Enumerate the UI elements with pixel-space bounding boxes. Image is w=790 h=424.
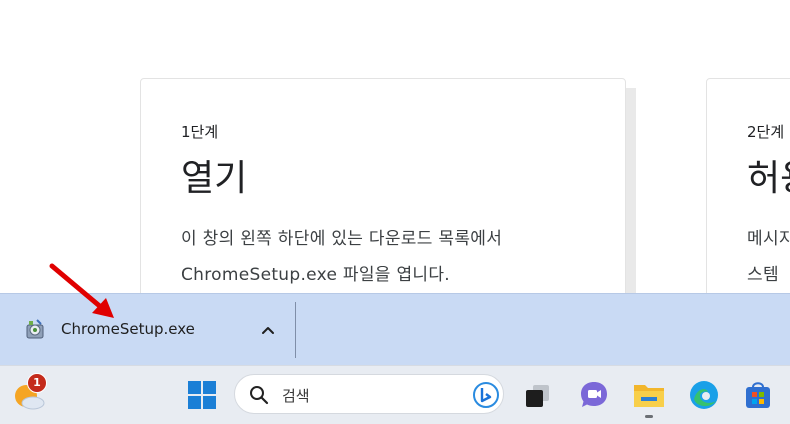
store-icon[interactable] [742, 379, 774, 411]
step-title: 열기 [181, 158, 248, 199]
step-description: 이 창의 왼쪽 하단에 있는 다운로드 목록에서 ChromeSetup.exe… [181, 221, 601, 293]
step-label: 2단계 [747, 123, 785, 141]
step-description: 메시지 스템 [747, 221, 790, 293]
install-instructions-page: 1단계 열기 이 창의 왼쪽 하단에 있는 다운로드 목록에서 ChromeSe… [0, 0, 790, 293]
notification-badge: 1 [27, 373, 47, 393]
search-icon [250, 386, 269, 405]
step-label: 1단계 [181, 123, 219, 141]
step-description-line: ChromeSetup.exe 파일을 엽니다. [181, 265, 450, 285]
taskbar-search-box[interactable]: 검색 [234, 374, 504, 414]
download-bar-divider [295, 302, 296, 358]
step-title: 허용 [747, 158, 790, 199]
chevron-up-icon[interactable] [258, 320, 278, 340]
teams-chat-icon[interactable] [578, 379, 610, 411]
task-view-icon[interactable] [522, 380, 554, 412]
bing-icon[interactable] [473, 382, 499, 408]
step-description-line: 이 창의 왼쪽 하단에 있는 다운로드 목록에서 [181, 229, 503, 249]
step-card-1: 1단계 열기 이 창의 왼쪽 하단에 있는 다운로드 목록에서 ChromeSe… [140, 78, 626, 293]
active-app-indicator [645, 415, 653, 418]
edge-icon[interactable] [688, 379, 720, 411]
search-placeholder: 검색 [282, 387, 310, 405]
windows-start-icon[interactable] [187, 380, 217, 410]
annotation-arrow-icon [49, 263, 114, 318]
step-description-line: 메시지 [747, 229, 790, 249]
file-explorer-icon[interactable] [632, 379, 666, 411]
step-card-2: 2단계 허용 메시지 스템 [706, 78, 790, 293]
step-description-line: 스템 [747, 265, 779, 285]
windows-taskbar: 1 검색 [0, 365, 790, 424]
